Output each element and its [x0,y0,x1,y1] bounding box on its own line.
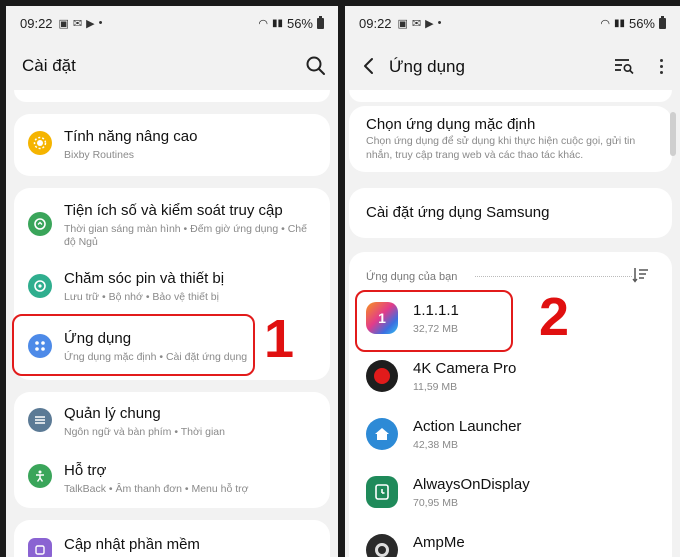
apps-screen: 09:22 ▣ ✉ ▶ • ◠ ▮▮ 56% Ứng dụng Chọn ứng… [345,6,680,557]
highlight-box-apps [12,314,255,376]
general-management-icon [28,408,52,432]
settings-item-subtitle: Thời gian sáng màn hình • Đếm giờ ứng dụ… [64,223,307,248]
settings-card-partial [14,90,330,102]
settings-item-title: Cập nhật phần mềm [64,536,200,553]
settings-item-digital-wellbeing[interactable]: Tiện ích số và kiểm soát truy cập Thời g… [14,188,330,260]
home-launcher-icon [366,418,398,450]
settings-item-accessibility[interactable]: Hỗ trợ TalkBack • Âm thanh đơn • Menu hỗ… [14,448,330,506]
search-list-icon[interactable] [612,54,636,78]
signal-icon: ▮▮ [271,17,283,29]
samsung-app-settings-title: Cài đặt ứng dụng Samsung [366,204,550,221]
settings-item-title: Chăm sóc pin và thiết bị [64,270,225,287]
app-name: Action Launcher [413,418,522,435]
settings-card-advanced: Tính năng nâng cao Bixby Routines [14,114,330,176]
settings-header: Cài đặt [6,46,338,86]
gallery-notification-icon: ▣ [58,17,69,30]
settings-item-subtitle: Bixby Routines [64,149,135,161]
settings-item-general-management[interactable]: Quản lý chung Ngôn ngữ và bàn phím • Thờ… [14,392,330,448]
wifi-icon: ◠ [258,17,268,30]
app-list-item[interactable]: 4K Camera Pro 11,59 MB [349,348,672,406]
play-notification-icon: ▶ [425,17,434,30]
app-list-item[interactable]: Action Launcher 42,38 MB [349,406,672,464]
step-number-1: 1 [264,309,295,369]
settings-item-subtitle: Lưu trữ • Bộ nhớ • Bảo vệ thiết bị [64,291,219,303]
settings-item-subtitle: TalkBack • Âm thanh đơn • Menu hỗ trợ [64,483,249,495]
settings-item-title: Hỗ trợ [64,462,107,479]
digital-wellbeing-icon [28,212,52,236]
apps-card-partial [349,90,672,102]
settings-item-software-update[interactable]: Cập nhật phần mềm [14,520,330,557]
battery-percent: 56% [628,15,655,31]
software-update-icon [28,538,52,557]
settings-screen: 09:22 ▣ ✉ ▶ • ◠ ▮▮ 56% Cài đặt Tính năng… [6,6,338,557]
app-name: AmpMe [413,534,465,551]
search-icon[interactable] [304,54,328,78]
status-bar: 09:22 ▣ ✉ ▶ • ◠ ▮▮ 56% [6,6,338,40]
app-name: 4K Camera Pro [413,360,517,377]
advanced-features-icon [28,131,52,155]
settings-item-advanced[interactable]: Tính năng nâng cao Bixby Routines [14,114,330,176]
battery-icon [317,15,324,29]
battery-percent: 56% [286,15,313,31]
section-divider [475,276,632,277]
default-apps-title: Chọn ứng dụng mặc định [366,116,536,133]
signal-icon: ▮▮ [613,17,625,29]
status-time: 09:22 [20,15,53,31]
default-apps-description: Chọn ứng dụng để sử dụng khi thực hiện c… [366,135,636,161]
status-bar: 09:22 ▣ ✉ ▶ • ◠ ▮▮ 56% [345,6,680,40]
app-list-item[interactable]: AmpMe [349,522,672,557]
samsung-app-settings-card[interactable]: Cài đặt ứng dụng Samsung [349,188,672,238]
apps-header: Ứng dụng [345,46,680,86]
page-title: Cài đặt [22,56,76,75]
page-title: Ứng dụng [389,57,465,76]
camera-record-icon [366,360,398,392]
wifi-icon: ◠ [600,17,610,30]
message-notification-icon: ✉ [411,17,422,30]
settings-item-title: Tiện ích số và kiểm soát truy cập [64,202,283,219]
step-number-2: 2 [539,287,570,347]
default-apps-card[interactable]: Chọn ứng dụng mặc định Chọn ứng dụng để … [349,106,672,172]
scrollbar[interactable] [670,112,676,156]
app-size: 11,59 MB [413,381,458,393]
gallery-notification-icon: ▣ [397,17,408,30]
accessibility-icon [28,464,52,488]
dot-notification-icon: • [98,17,103,29]
clock-display-icon [366,476,398,508]
play-notification-icon: ▶ [86,17,95,30]
more-options-icon[interactable] [656,54,666,78]
sort-icon[interactable] [632,267,650,283]
app-size: 70,95 MB [413,497,458,509]
back-arrow-icon[interactable] [357,54,381,78]
screenshot-frame: 09:22 ▣ ✉ ▶ • ◠ ▮▮ 56% Cài đặt Tính năng… [0,0,680,557]
settings-card-update: Cập nhật phần mềm [14,520,330,557]
device-care-icon [28,274,52,298]
highlight-box-1111 [355,290,513,352]
settings-item-subtitle: Ngôn ngữ và bàn phím • Thời gian [64,426,225,438]
status-time: 09:22 [359,15,392,31]
battery-icon [659,15,666,29]
message-notification-icon: ✉ [72,17,83,30]
app-name: AlwaysOnDisplay [413,476,530,493]
dot-notification-icon: • [437,17,442,29]
settings-item-title: Tính năng nâng cao [64,128,198,145]
settings-item-title: Quản lý chung [64,405,161,422]
your-apps-section-label: Ứng dụng của bạn [366,271,458,283]
speaker-icon [366,534,398,557]
app-size: 42,38 MB [413,439,458,451]
app-list-item[interactable]: AlwaysOnDisplay 70,95 MB [349,464,672,522]
settings-card-general: Quản lý chung Ngôn ngữ và bàn phím • Thờ… [14,392,330,508]
